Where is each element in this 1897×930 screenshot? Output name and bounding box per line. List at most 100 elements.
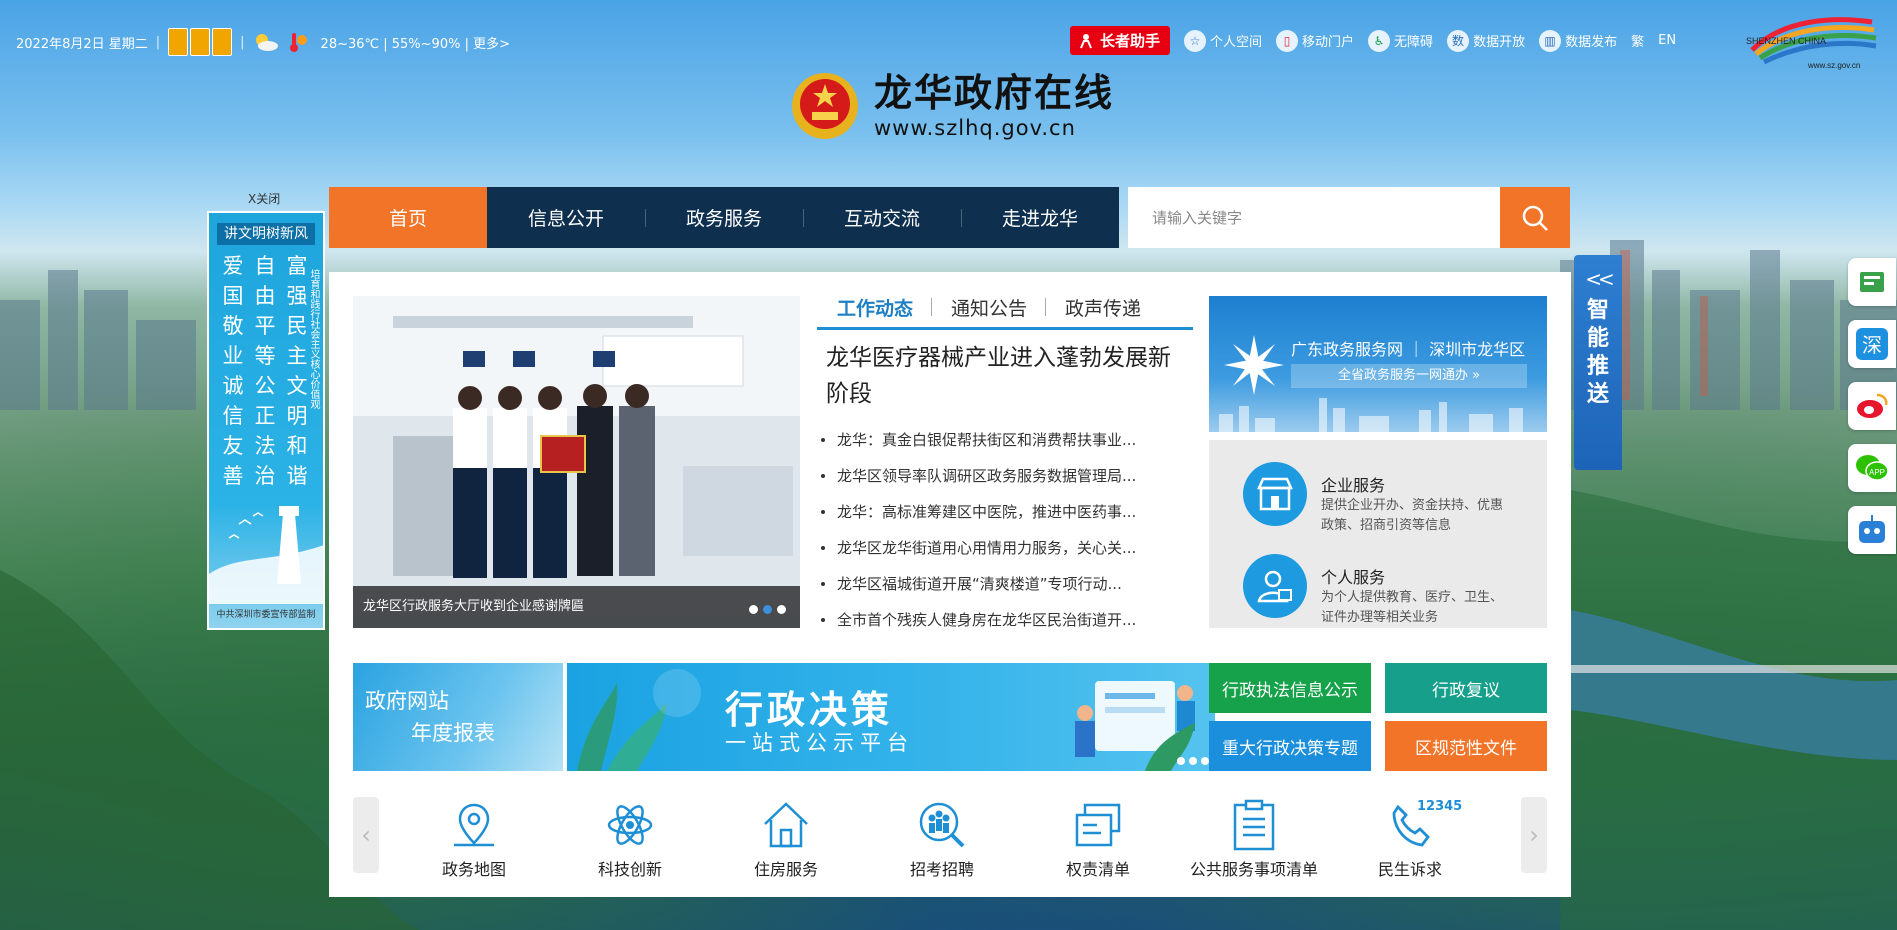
service-gov-map[interactable]: 政务地图 xyxy=(399,797,549,880)
sz-logo-text: SHENZHEN CHINA xyxy=(1746,36,1826,46)
service-tech-innovation[interactable]: 科技创新 xyxy=(555,797,705,880)
ad-heading: 讲文明树新风 xyxy=(217,223,315,245)
service-power-list[interactable]: 权责清单 xyxy=(1023,797,1173,880)
temperature-icon xyxy=(289,33,307,52)
ad-footer: 中共深圳市委宣传部监制 xyxy=(216,610,316,620)
nav-interaction[interactable]: 互动交流 xyxy=(803,187,961,248)
service-label: 招考招聘 xyxy=(909,860,974,879)
service-icon-row: ‹ › 政务地图 科技创新 住房服务 招考招聘 权责清单 公共服务事项清单 12… xyxy=(353,797,1547,880)
side-robot-button[interactable] xyxy=(1848,506,1896,554)
star-person-icon: ☆ xyxy=(1184,29,1207,52)
annual-report-line1: 政府网站 xyxy=(365,689,449,713)
enterprise-service-link[interactable]: 企业服务 提供企业开办、资金扶持、优惠政策、招商引资等信息 xyxy=(1243,462,1511,536)
accessibility-link[interactable]: ♿ 无障碍 xyxy=(1368,29,1433,52)
chart-icon: ▥ xyxy=(1539,29,1562,52)
open-data-link[interactable]: 数 数据开放 xyxy=(1447,29,1525,52)
administrative-decision-banner[interactable]: 行政决策 一站式公示平台 xyxy=(567,663,1215,771)
side-i-shenzhen-button[interactable]: 深 xyxy=(1848,320,1896,368)
left-ad-close-button[interactable]: X关闭 xyxy=(248,190,280,207)
service-label: 住房服务 xyxy=(753,860,818,879)
sz-logo-url: www.sz.gov.cn xyxy=(1807,61,1860,70)
major-decision-button[interactable]: 重大行政决策专题 xyxy=(1209,721,1371,771)
side-news-button[interactable] xyxy=(1848,258,1896,306)
decision-plants-left xyxy=(577,669,701,771)
lighthouse-illustration xyxy=(209,506,323,604)
civilization-ad[interactable]: 讲文明树新风 爱 自 富 国 由 强 敬 平 民 业 等 主 诚 公 文 信 正… xyxy=(207,211,325,630)
news-item[interactable]: 龙华：真金白银促帮扶街区和消费帮扶事业... xyxy=(817,422,1197,458)
english-link[interactable]: EN xyxy=(1658,33,1676,48)
news-item[interactable]: 全市首个残疾人健身房在龙华区民治街道开... xyxy=(817,602,1197,638)
news-item[interactable]: 龙华：高标准筹建区中医院，推进中医药事... xyxy=(817,494,1197,530)
national-emblem-icon xyxy=(792,73,858,139)
slider-caption[interactable]: 龙华区行政服务大厅收到企业感谢牌匾 xyxy=(353,586,800,628)
map-pin-icon xyxy=(454,803,494,847)
tab-work-news[interactable]: 工作动态 xyxy=(817,294,931,327)
service-public-items[interactable]: 公共服务事项清单 xyxy=(1179,797,1329,880)
main-panel: 龙华区行政服务大厅收到企业感谢牌匾 工作动态 通知公告 政声传递 龙华医疗器械产… xyxy=(329,272,1571,897)
smart-push-label: 智能推送 xyxy=(1586,298,1609,407)
nav-info-disclosure[interactable]: 信息公开 xyxy=(487,187,645,248)
news-item[interactable]: 龙华区领导率队调研区政务服务数据管理局... xyxy=(817,458,1197,494)
robot-icon xyxy=(1859,515,1885,543)
annual-report-banner[interactable]: 政府网站 年度报表 xyxy=(353,663,563,771)
ad-side-text: 培育和践行社会主义核心价值观 xyxy=(308,269,319,409)
search-input[interactable] xyxy=(1128,187,1500,248)
folder-icon xyxy=(1075,803,1121,847)
service-housing[interactable]: 住房服务 xyxy=(711,797,861,880)
search-button[interactable] xyxy=(1500,187,1570,248)
nav-home[interactable]: 首页 xyxy=(329,187,487,248)
service-box: 企业服务 提供企业开办、资金扶持、优惠政策、招商引资等信息 个人服务 为个人提供… xyxy=(1209,440,1547,628)
service-recruitment[interactable]: 招考招聘 xyxy=(867,797,1017,880)
decision-illustration xyxy=(1075,681,1209,771)
slider-dot[interactable] xyxy=(777,605,786,614)
smart-push-tab[interactable]: << 智能推送 xyxy=(1574,255,1622,470)
side-toolbar: 深 APP xyxy=(1848,258,1896,554)
chevron-left-icon: ‹ xyxy=(361,821,371,849)
guangdong-service-banner[interactable]: 广东政务服务网 ｜ 深圳市龙华区 全省政务服务一网通办 » xyxy=(1209,296,1547,432)
slider-dot[interactable] xyxy=(749,605,758,614)
carousel-prev-button[interactable]: ‹ xyxy=(353,797,379,873)
warning-icon xyxy=(212,28,233,56)
side-wechat-button[interactable]: APP xyxy=(1848,444,1896,492)
service-label: 权责清单 xyxy=(1065,860,1130,879)
weather-warning-badges[interactable] xyxy=(168,28,233,56)
tab-notices[interactable]: 通知公告 xyxy=(931,294,1045,327)
data-release-link[interactable]: ▥ 数据发布 xyxy=(1539,29,1617,52)
nav-government-services[interactable]: 政务服务 xyxy=(645,187,803,248)
tab-government-voice[interactable]: 政声传递 xyxy=(1045,294,1159,327)
news-item[interactable]: 龙华区福城街道开展“清爽楼道”专项行动... xyxy=(817,566,1197,602)
mobile-icon: ▯ xyxy=(1276,29,1299,52)
top-info-bar: 2022年8月2日 星期二 | | 28~36℃ | 55%~90% | 更多> xyxy=(16,28,510,56)
store-icon xyxy=(1243,462,1307,526)
search-icon xyxy=(1522,205,1548,231)
normative-documents-button[interactable]: 区规范性文件 xyxy=(1385,721,1547,771)
enterprise-service-desc: 提供企业开办、资金扶持、优惠政策、招商引资等信息 xyxy=(1321,498,1504,533)
shenzhen-logo[interactable]: SHENZHEN CHINA www.sz.gov.cn xyxy=(1742,10,1877,70)
warning-icon xyxy=(168,28,189,56)
personal-service-link[interactable]: 个人服务 为个人提供教育、医疗、卫生、证件办理等相关业务 xyxy=(1243,554,1511,628)
traditional-chinese-link[interactable]: 繁 xyxy=(1631,31,1644,50)
news-item[interactable]: 龙华区龙华街道用心用情用力服务，关心关... xyxy=(817,530,1197,566)
personal-space-link[interactable]: ☆ 个人空间 xyxy=(1184,29,1262,52)
person-card-icon xyxy=(1243,554,1307,618)
administrative-review-button[interactable]: 行政复议 xyxy=(1385,663,1547,713)
carousel-next-button[interactable]: › xyxy=(1521,797,1547,873)
nav-about-longhua[interactable]: 走进龙华 xyxy=(961,187,1119,248)
service-hall-photo xyxy=(353,296,800,586)
news-photo-slider[interactable]: 龙华区行政服务大厅收到企业感谢牌匾 xyxy=(353,296,800,628)
date-text: 2022年8月2日 星期二 xyxy=(16,36,148,52)
site-title: 龙华政府在线 xyxy=(874,71,1115,115)
atom-icon xyxy=(607,805,653,845)
slider-dot-active[interactable] xyxy=(763,605,772,614)
service-public-appeal[interactable]: 12345 民生诉求 xyxy=(1335,797,1485,880)
weather-text[interactable]: 28~36℃ | 55%~90% | 更多> xyxy=(321,33,510,52)
side-weibo-button[interactable] xyxy=(1848,382,1896,430)
headline-link[interactable]: 龙华医疗器械产业进入蓬勃发展新阶段 xyxy=(826,340,1186,412)
mobile-portal-link[interactable]: ▯ 移动门户 xyxy=(1276,29,1354,52)
enterprise-service-title: 企业服务 xyxy=(1321,476,1386,495)
enforcement-info-button[interactable]: 行政执法信息公示 xyxy=(1209,663,1371,713)
elder-assistant-button[interactable]: 长者助手 xyxy=(1070,26,1171,55)
news-list: 龙华：真金白银促帮扶街区和消费帮扶事业... 龙华区领导率队调研区政务服务数据管… xyxy=(817,422,1197,638)
personal-service-title: 个人服务 xyxy=(1321,568,1386,587)
site-header[interactable]: 龙华政府在线 www.szlhq.gov.cn xyxy=(790,70,1114,142)
